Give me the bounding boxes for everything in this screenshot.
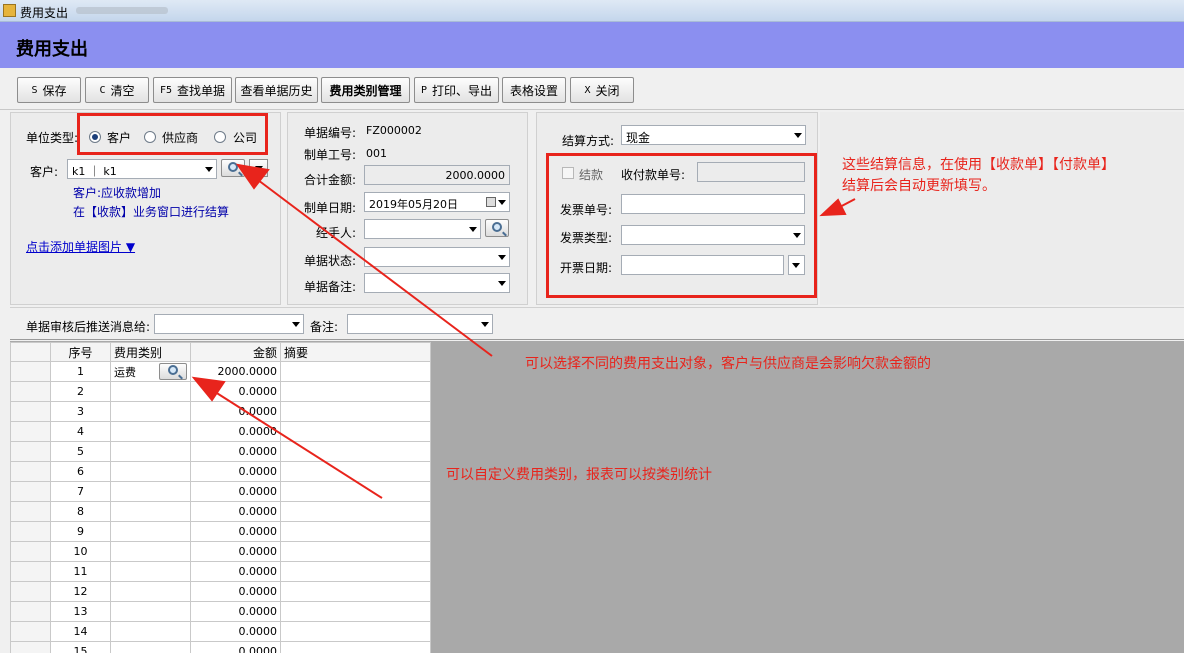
category-arrow-head: [191, 376, 226, 402]
settle-arrow-head: [819, 198, 847, 217]
annotation-arrows: [191, 163, 856, 499]
object-arrow-line: [257, 179, 493, 357]
category-arrow-line: [211, 389, 383, 499]
